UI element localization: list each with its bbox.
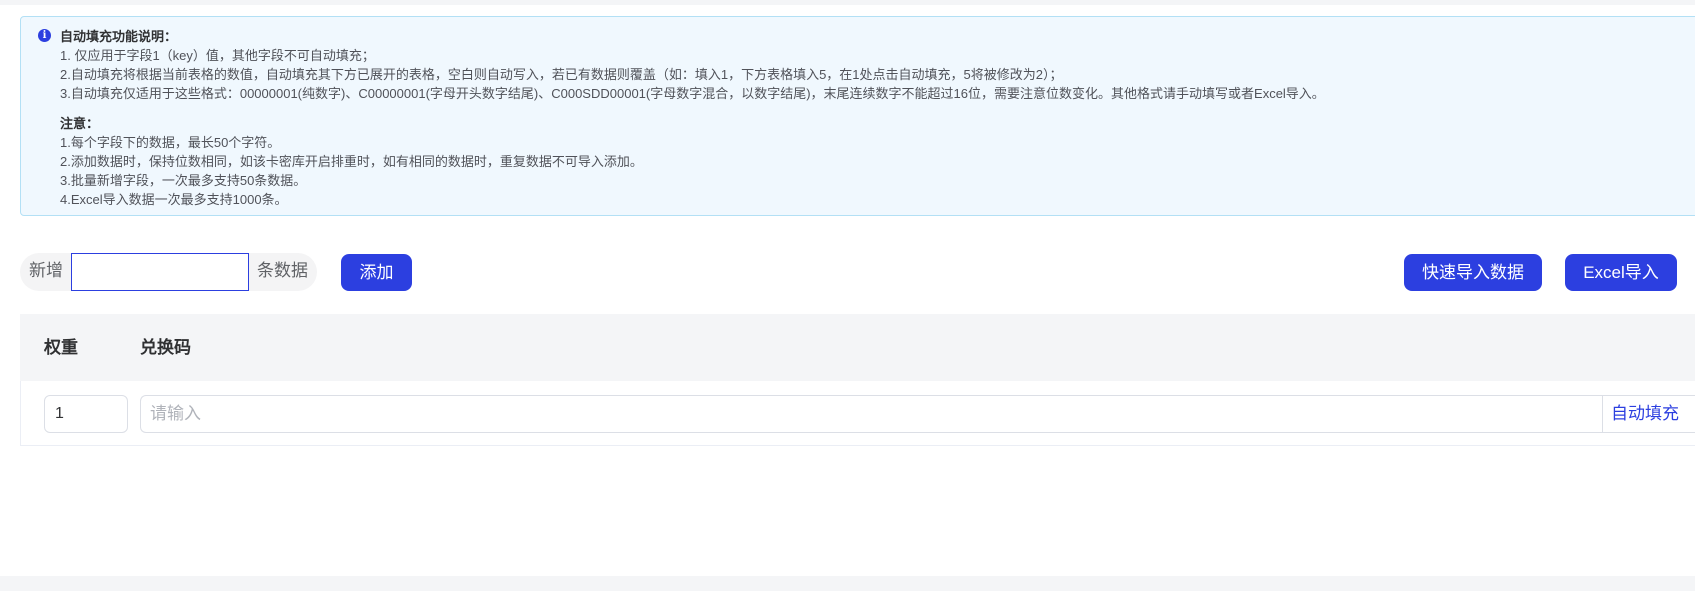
table-row: 自动填充 — [20, 381, 1695, 446]
quick-import-button[interactable]: 快速导入数据 — [1404, 254, 1542, 291]
top-divider — [0, 0, 1695, 5]
caution-line: 3.批量新增字段，一次最多支持50条数据。 — [60, 173, 307, 188]
notice-line: 2.自动填充将根据当前表格的数值，自动填充其下方已展开的表格，空白则自动写入，若… — [60, 67, 1063, 82]
notice-line: 1. 仅应用于字段1（key）值，其他字段不可自动填充； — [60, 48, 375, 63]
column-header-weight: 权重 — [44, 338, 78, 357]
code-input[interactable] — [140, 395, 1602, 433]
caution-title: 注意： — [60, 116, 100, 131]
add-count-input[interactable] — [71, 253, 249, 291]
notice-title: 自动填充功能说明： — [60, 29, 178, 44]
notice-body: 自动填充功能说明： 1. 仅应用于字段1（key）值，其他字段不可自动填充； 2… — [60, 27, 1325, 209]
caution-line: 4.Excel导入数据一次最多支持1000条。 — [60, 192, 288, 207]
info-icon: i — [38, 29, 51, 42]
bottom-divider — [0, 576, 1695, 591]
excel-import-button[interactable]: Excel导入 — [1565, 254, 1677, 291]
weight-input[interactable] — [44, 395, 128, 433]
caution-line: 2.添加数据时，保持位数相同，如该卡密库开启排重时，如有相同的数据时，重复数据不… — [60, 154, 643, 169]
add-prefix-label: 新增 — [20, 253, 71, 291]
column-header-code: 兑换码 — [140, 338, 191, 357]
add-suffix-label: 条数据 — [249, 253, 317, 291]
caution-line: 1.每个字段下的数据，最长50个字符。 — [60, 135, 281, 150]
table-header: 权重 兑换码 — [20, 314, 1695, 381]
add-button[interactable]: 添加 — [341, 254, 412, 291]
autofill-button[interactable]: 自动填充 — [1602, 395, 1695, 433]
notice-line: 3.自动填充仅适用于这些格式：00000001(纯数字)、C00000001(字… — [60, 86, 1325, 101]
autofill-notice: i 自动填充功能说明： 1. 仅应用于字段1（key）值，其他字段不可自动填充；… — [20, 16, 1695, 216]
